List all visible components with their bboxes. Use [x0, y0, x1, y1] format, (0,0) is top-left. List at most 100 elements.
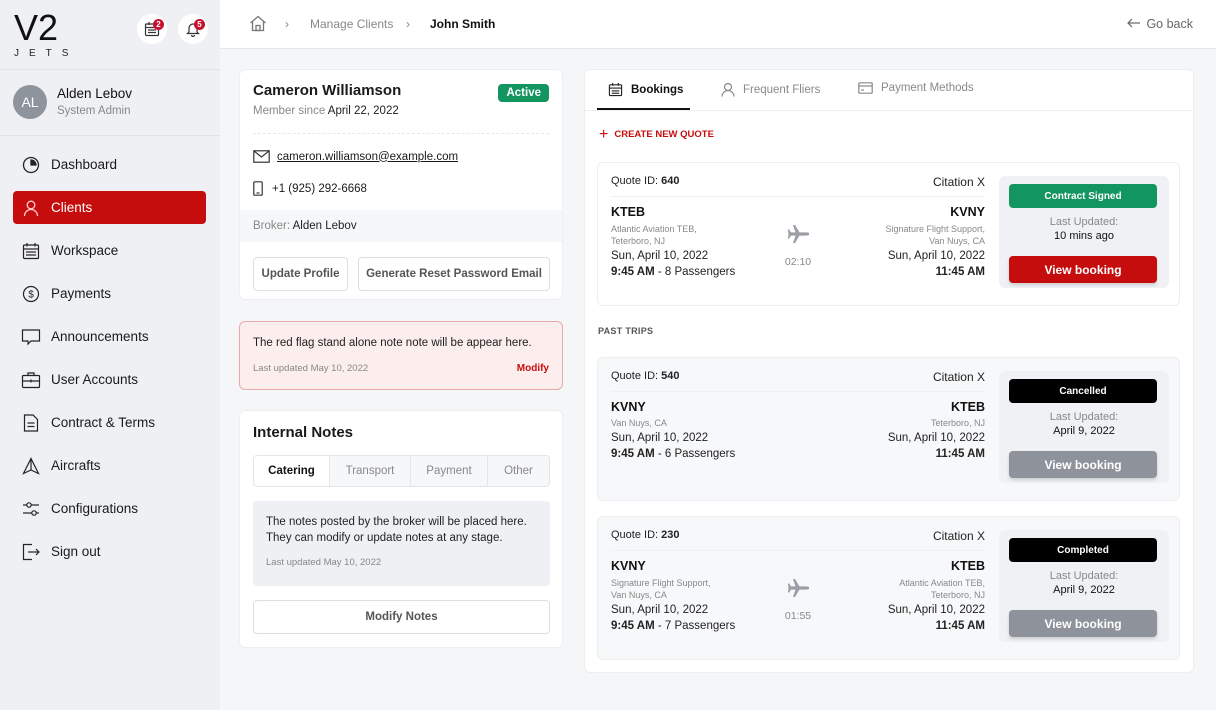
quote-id-value: 230 — [661, 529, 680, 541]
calendar-icon — [21, 241, 41, 261]
sidebar-nav: Dashboard Clients Workspace $ Payments A… — [13, 148, 206, 578]
divider — [611, 550, 985, 551]
last-updated-label: Last Updated: — [1049, 570, 1119, 582]
departure-fbo: Signature Flight Support, Van Nuys, CA — [611, 577, 791, 601]
sidebar-item-clients[interactable]: Clients — [13, 191, 206, 224]
phone-number: +1 (925) 292-6668 — [272, 182, 367, 195]
booking-status-badge: Cancelled — [1009, 379, 1157, 403]
sidebar-item-label: Configurations — [51, 501, 139, 516]
go-back-button[interactable]: Go back — [1127, 17, 1193, 31]
sidebar-item-label: Aircrafts — [51, 458, 101, 473]
departure-fbo: Van Nuys, CA — [611, 417, 791, 429]
modify-notes-button[interactable]: Modify Notes — [253, 600, 550, 634]
phone-icon — [253, 181, 263, 196]
quote-id-label: Quote ID: — [611, 529, 659, 541]
departure-fbo-line2: Van Nuys, CA — [611, 590, 667, 600]
sidebar-item-payments[interactable]: $ Payments — [13, 277, 206, 310]
arrival-fbo: Signature Flight Support, Van Nuys, CA — [805, 223, 985, 247]
tab-bookings[interactable]: Bookings — [608, 82, 683, 97]
calendar-notifications-button[interactable]: 2 — [137, 14, 167, 44]
departure-code: KVNY — [611, 400, 646, 414]
departure-fbo: Atlantic Aviation TEB, Teterboro, NJ — [611, 223, 791, 247]
last-updated-value: 10 mins ago — [1054, 230, 1114, 242]
broker-name: Alden Lebov — [292, 220, 357, 232]
aircraft-name: Citation X — [932, 175, 985, 189]
svg-text:$: $ — [28, 289, 34, 300]
view-booking-button[interactable]: View booking — [1009, 610, 1157, 637]
sign-out-icon — [21, 542, 41, 562]
sidebar-item-label: Announcements — [51, 329, 149, 344]
logo[interactable]: V2 JETS — [14, 7, 79, 60]
tab-label: Payment Methods — [881, 82, 974, 94]
user-icon — [721, 82, 735, 97]
logo-main: V2 — [14, 7, 59, 48]
home-icon[interactable] — [249, 15, 267, 37]
divider — [611, 196, 985, 197]
internal-notes-card: Internal Notes Catering Transport Paymen… — [239, 410, 563, 648]
sidebar-item-workspace[interactable]: Workspace — [13, 234, 206, 267]
view-booking-button[interactable]: View booking — [1009, 256, 1157, 283]
departure-time-value: 9:45 AM — [611, 266, 655, 278]
tab-transport[interactable]: Transport — [329, 456, 410, 486]
status-badge: Active — [498, 84, 549, 102]
quote-id-label: Quote ID: — [611, 175, 659, 187]
notes-line-1: The notes posted by the broker will be p… — [266, 516, 527, 528]
aircraft-name: Citation X — [932, 370, 985, 384]
booking-status-badge: Completed — [1009, 538, 1157, 562]
departure-time-value: 9:45 AM — [611, 620, 655, 632]
current-user[interactable]: AL Alden Lebov System Admin — [0, 70, 220, 136]
aircraft-name: Citation X — [932, 529, 985, 543]
bookings-tabs: Bookings Frequent Fliers Payment Methods — [585, 70, 1193, 111]
arrival-time: 11:45 AM — [805, 620, 985, 632]
sidebar-item-contract-terms[interactable]: Contract & Terms — [13, 406, 206, 439]
create-new-quote-button[interactable]: + CREATE NEW QUOTE — [599, 125, 714, 143]
reset-password-button[interactable]: Generate Reset Password Email — [358, 257, 550, 291]
sidebar-item-configurations[interactable]: Configurations — [13, 492, 206, 525]
sidebar-item-sign-out[interactable]: Sign out — [13, 535, 206, 568]
bell-notifications-button[interactable]: 5 — [178, 14, 208, 44]
departure-time: 9:45 AM - 7 Passengers — [611, 620, 791, 632]
trip-card: Quote ID: 230 Citation X KVNY Signature … — [597, 516, 1180, 660]
departure: KVNY Signature Flight Support, Van Nuys, … — [611, 559, 791, 632]
arrival-time-value: 11:45 AM — [935, 266, 985, 278]
booking-status-badge: Contract Signed — [1009, 184, 1157, 208]
arrow-left-icon — [1127, 17, 1141, 31]
breadcrumb-current: John Smith — [430, 17, 496, 31]
sidebar-item-label: Clients — [51, 200, 93, 215]
logo-sub: JETS — [14, 48, 79, 59]
sidebar-item-user-accounts[interactable]: User Accounts — [13, 363, 206, 396]
tab-catering[interactable]: Catering — [254, 456, 329, 486]
arrival: KVNY Signature Flight Support, Van Nuys, … — [805, 205, 985, 278]
broker-label: Broker: — [253, 220, 291, 232]
tab-other[interactable]: Other — [487, 456, 549, 486]
tab-payment[interactable]: Payment — [410, 456, 487, 486]
plus-icon: + — [599, 125, 609, 143]
update-profile-button[interactable]: Update Profile — [253, 257, 348, 291]
last-updated-value: April 9, 2022 — [1053, 425, 1115, 437]
dollar-icon: $ — [21, 284, 41, 304]
view-booking-button[interactable]: View booking — [1009, 451, 1157, 478]
sidebar-item-announcements[interactable]: Announcements — [13, 320, 206, 353]
last-updated-label: Last Updated: — [1049, 216, 1119, 228]
briefcase-icon — [21, 370, 41, 390]
quote-id-label: Quote ID: — [611, 370, 659, 382]
sliders-icon — [21, 499, 41, 519]
sidebar: V2 JETS 2 5 AL Alden Lebov System Admin … — [0, 0, 220, 710]
notes-tabs: Catering Transport Payment Other — [253, 455, 550, 487]
flag-note-modify-link[interactable]: Modify — [517, 363, 549, 374]
sidebar-item-label: Contract & Terms — [51, 415, 156, 430]
quote-id-value: 640 — [661, 175, 680, 187]
departure-time-value: 9:45 AM — [611, 448, 655, 460]
tab-frequent-fliers[interactable]: Frequent Fliers — [721, 82, 820, 97]
sidebar-item-dashboard[interactable]: Dashboard — [13, 148, 206, 181]
arrival-fbo-line1: Atlantic Aviation TEB, — [899, 578, 985, 588]
arrival-fbo: Atlantic Aviation TEB, Teterboro, NJ — [805, 577, 985, 601]
chevron-right-icon: › — [285, 17, 289, 31]
tab-payment-methods[interactable]: Payment Methods — [858, 82, 974, 94]
sidebar-item-aircrafts[interactable]: Aircrafts — [13, 449, 206, 482]
aircraft-icon — [21, 456, 41, 476]
breadcrumb-manage-clients[interactable]: Manage Clients — [310, 17, 393, 31]
sidebar-item-label: Workspace — [51, 243, 119, 258]
member-since: Member since April 22, 2022 — [253, 105, 399, 117]
email-link[interactable]: cameron.williamson@example.com — [277, 151, 458, 163]
